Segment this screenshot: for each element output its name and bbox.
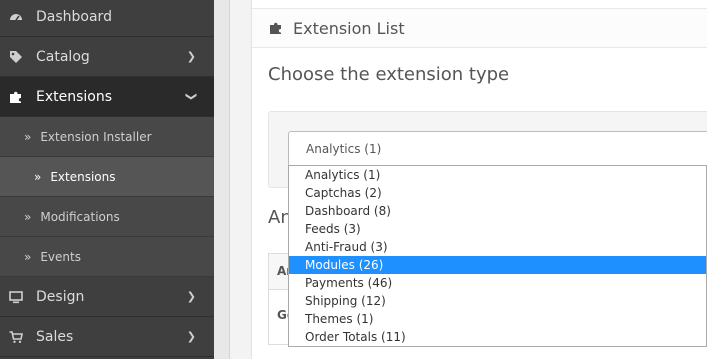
cart-icon: [9, 330, 23, 344]
sidebar-subitem-label: Events: [40, 249, 81, 264]
chevron-right-icon: ❯: [186, 50, 196, 63]
sidebar-subitem-events[interactable]: » Events: [0, 237, 214, 277]
sidebar-subitem-label: Extensions: [50, 169, 116, 184]
sidebar-subitem-extension-installer[interactable]: » Extension Installer: [0, 117, 214, 157]
sidebar-item-label: Catalog: [36, 48, 90, 65]
sidebar-gutter: [214, 0, 230, 359]
sidebar-item-label: Extensions: [36, 88, 113, 105]
sidebar-item-dashboard[interactable]: Dashboard: [0, 0, 214, 37]
dropdown-option[interactable]: Feeds (3): [289, 220, 706, 238]
dashboard-icon: [9, 10, 23, 24]
puzzle-icon: [270, 22, 281, 34]
select-value: Analytics (1): [306, 142, 382, 156]
sidebar-subitem-label: Extension Installer: [40, 129, 152, 144]
desktop-icon: [9, 290, 23, 304]
sidebar-item-label: Dashboard: [36, 8, 112, 25]
dropdown-option[interactable]: Analytics (1): [289, 166, 706, 184]
sidebar-item-label: Design: [36, 288, 85, 305]
dropdown-option[interactable]: Anti-Fraud (3): [289, 238, 706, 256]
sidebar-subitem-extensions[interactable]: » Extensions: [0, 157, 214, 197]
sidebar: Dashboard Catalog ❯ Extensions ❯ » Exten…: [0, 0, 214, 359]
dropdown-option[interactable]: Order Totals (11): [289, 328, 706, 346]
section-title: Choose the extension type: [268, 64, 510, 85]
sidebar-item-catalog[interactable]: Catalog ❯: [0, 37, 214, 77]
extension-type-dropdown[interactable]: Analytics (1) Captchas (2) Dashboard (8)…: [288, 165, 707, 347]
chevron-right-icon: ❯: [186, 290, 196, 303]
dropdown-option[interactable]: Dashboard (8): [289, 202, 706, 220]
dropdown-option[interactable]: Shipping (12): [289, 292, 706, 310]
double-chevron-icon: »: [24, 129, 32, 144]
puzzle-icon: [9, 90, 23, 104]
double-chevron-icon: »: [34, 169, 42, 184]
dropdown-option[interactable]: Captchas (2): [289, 184, 706, 202]
dropdown-option[interactable]: Themes (1): [289, 310, 706, 328]
panel-title: Extension List: [293, 18, 405, 38]
sidebar-item-label: Sales: [36, 328, 74, 345]
sidebar-item-extensions[interactable]: Extensions ❯: [0, 77, 214, 117]
double-chevron-icon: »: [24, 209, 32, 224]
chevron-down-icon: ❯: [184, 91, 198, 102]
tags-icon: [9, 50, 23, 64]
sidebar-item-sales[interactable]: Sales ❯: [0, 317, 214, 357]
extension-type-select[interactable]: Analytics (1): [288, 131, 707, 167]
sidebar-item-design[interactable]: Design ❯: [0, 277, 214, 317]
sidebar-subitem-label: Modifications: [40, 209, 120, 224]
double-chevron-icon: »: [24, 249, 32, 264]
sidebar-subitem-modifications[interactable]: » Modifications: [0, 197, 214, 237]
dropdown-option-highlighted[interactable]: Modules (26): [289, 256, 706, 274]
dropdown-option[interactable]: Payments (46): [289, 274, 706, 292]
panel-heading: Extension List: [252, 8, 707, 48]
chevron-right-icon: ❯: [186, 330, 196, 343]
